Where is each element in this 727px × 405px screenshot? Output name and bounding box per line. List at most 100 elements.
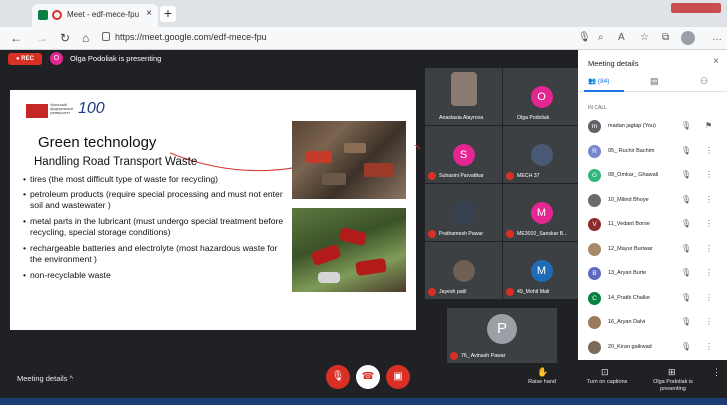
presenting-label[interactable]: Olga Podoliak is presenting — [650, 379, 696, 393]
more-options-icon[interactable]: ⋮ — [712, 367, 721, 378]
mic-off-icon[interactable]: 🎙 — [681, 146, 691, 155]
slide-bullet: non-recyclable waste — [23, 270, 290, 281]
mic-off-icon[interactable]: 🎙 — [681, 121, 691, 130]
participant-name: ME3010_Sanskar B... — [517, 231, 568, 237]
participant-avatar: S — [452, 144, 475, 166]
captions-label[interactable]: Turn on captions — [580, 379, 634, 385]
participant-name: 14_Pratik Chalke — [608, 294, 650, 301]
participant-name: 49_Mohit Mali — [517, 289, 550, 295]
muted-mic-icon — [506, 288, 514, 296]
meeting-details-button[interactable]: Meeting details ^ — [17, 374, 73, 383]
browser-tab[interactable]: Meet - edf-mece-fpu × — [32, 4, 158, 27]
tab-close-icon[interactable]: × — [146, 8, 152, 19]
participant-avatar — [452, 202, 475, 224]
mic-toggle-button[interactable]: 🎙 — [326, 365, 350, 389]
present-icon[interactable]: ⊞ — [668, 367, 676, 378]
participant-row[interactable]: 20_Kiran gaikwad 🎙 ⋮ — [578, 337, 727, 359]
self-tile[interactable]: P 76_ Avinash Pawar — [447, 308, 557, 363]
window-controls[interactable] — [671, 3, 721, 13]
participant-tile[interactable]: MECH 37 — [503, 126, 580, 183]
mic-off-icon[interactable]: 🎙 — [681, 342, 691, 351]
participant-row[interactable]: C 14_Pratik Chalke 🎙 ⋮ — [578, 288, 727, 310]
self-avatar: P — [487, 314, 517, 344]
active-tab-indicator — [584, 90, 624, 92]
meet-favicon-icon — [38, 10, 48, 20]
more-options-icon[interactable]: ⋮ — [705, 170, 713, 179]
in-call-heading: IN CALL — [588, 105, 607, 111]
participant-tile[interactable]: S Suhasini Parvatikar — [425, 126, 502, 183]
tab-people[interactable]: 👥 (84) — [588, 77, 609, 85]
windows-taskbar — [0, 398, 727, 405]
waste-barrels-photo — [292, 208, 406, 292]
more-options-icon[interactable]: ⚑ — [705, 121, 712, 130]
mic-off-icon[interactable]: 🎙 — [681, 219, 691, 228]
anniversary-logo: 100 — [78, 100, 105, 117]
profile-avatar[interactable] — [681, 31, 695, 45]
participant-tile[interactable]: M ME3010_Sanskar B... — [503, 184, 580, 241]
zoom-icon[interactable]: ⌕ — [598, 32, 604, 43]
participant-row[interactable]: m madan jagtap (You) 🎙 ⚑ — [578, 116, 727, 138]
home-icon[interactable]: ⌂ — [82, 31, 89, 45]
more-options-icon[interactable]: ⋮ — [705, 293, 713, 302]
more-options-icon[interactable]: ⋮ — [705, 342, 713, 351]
participant-avatar — [530, 144, 553, 166]
participant-row[interactable]: R 05_ Ruchir Bachim 🎙 ⋮ — [578, 141, 727, 163]
participant-row[interactable]: 16_Aryan Dalvi 🎙 ⋮ — [578, 312, 727, 334]
camera-toggle-button[interactable]: ▣ — [386, 365, 410, 389]
reload-icon[interactable]: ↻ — [60, 31, 70, 45]
read-aloud-icon[interactable]: A — [618, 32, 625, 43]
participant-row[interactable]: 12_Mayur Buriwar 🎙 ⋮ — [578, 239, 727, 261]
participant-avatar: M — [530, 260, 553, 282]
more-options-icon[interactable]: ⋮ — [705, 146, 713, 155]
raise-hand-label[interactable]: Raise hand — [524, 379, 560, 385]
participant-name: 16_Aryan Dalvi — [608, 319, 646, 325]
end-call-button[interactable]: ☎ — [356, 365, 380, 389]
participant-avatar — [588, 193, 601, 207]
participant-name: Anastasia Alayrova — [439, 115, 484, 121]
favorite-icon[interactable]: ☆ — [640, 32, 649, 43]
participant-avatar: C — [588, 291, 601, 305]
slide-bullet: rechargeable batteries and electrolyte (… — [23, 243, 290, 265]
more-options-icon[interactable]: ⋮ — [705, 317, 713, 326]
participant-avatar: V — [588, 218, 601, 231]
more-options-icon[interactable]: ⋮ — [705, 268, 713, 277]
participant-row[interactable]: B 13_Aryan Burte 🎙 ⋮ — [578, 263, 727, 285]
chat-icon[interactable]: ▤ — [650, 76, 659, 87]
muted-mic-icon — [428, 230, 436, 238]
participant-tile[interactable]: M 49_Mohit Mali — [503, 242, 580, 299]
presentation-slide: Уральский федеральный университет 100 Gr… — [10, 90, 420, 330]
more-options-icon[interactable]: ⋮ — [705, 219, 713, 228]
back-arrow-icon[interactable]: ← — [10, 31, 22, 45]
participant-tile[interactable]: Anastasia Alayrova — [425, 68, 502, 125]
participant-row[interactable]: G 08_Omkar_ Ghawali 🎙 ⋮ — [578, 165, 727, 187]
mic-off-icon[interactable]: 🎙 — [681, 268, 691, 277]
participant-name: madan jagtap (You) — [608, 123, 656, 129]
mic-off-icon[interactable]: 🎙 — [681, 244, 691, 253]
more-options-icon[interactable]: ⋮ — [705, 244, 713, 253]
participant-row[interactable]: V 11_Vedant Borse 🎙 ⋮ — [578, 214, 727, 236]
mic-off-icon[interactable]: 🎙 — [681, 195, 691, 204]
collections-icon[interactable]: ⧉ — [662, 32, 669, 43]
participant-tile[interactable]: Prathamesh Pawar — [425, 184, 502, 241]
activities-icon[interactable]: ⚇ — [700, 76, 708, 87]
more-options-icon[interactable]: ⋮ — [705, 195, 713, 204]
new-tab-button[interactable]: + — [160, 6, 176, 22]
forward-arrow-icon[interactable]: → — [36, 31, 48, 45]
participant-row[interactable]: 10_Milind Bhoye 🎙 ⋮ — [578, 190, 727, 212]
mic-permission-icon[interactable]: 🎙 — [578, 32, 591, 43]
mic-off-icon[interactable]: 🎙 — [681, 317, 691, 326]
participant-grid: Anastasia Alayrova O Olga Podoliak S Suh… — [425, 68, 580, 365]
participant-tile[interactable]: O Olga Podoliak — [503, 68, 580, 125]
more-menu-icon[interactable]: … — [712, 32, 722, 43]
participant-avatar — [588, 340, 601, 354]
close-icon[interactable]: × — [713, 56, 719, 67]
raise-hand-icon[interactable]: ✋ — [537, 367, 548, 378]
mic-off-icon[interactable]: 🎙 — [681, 293, 691, 302]
participant-tile[interactable]: Jayesh patil — [425, 242, 502, 299]
mic-off-icon[interactable]: 🎙 — [681, 170, 691, 179]
participant-name: MECH 37 — [517, 173, 540, 179]
captions-icon[interactable]: ⊡ — [601, 367, 609, 378]
slide-subtitle: Handling Road Transport Waste — [34, 156, 198, 168]
lock-icon[interactable] — [102, 32, 110, 41]
url-field[interactable]: https://meet.google.com/edf-mece-fpu — [115, 32, 267, 42]
